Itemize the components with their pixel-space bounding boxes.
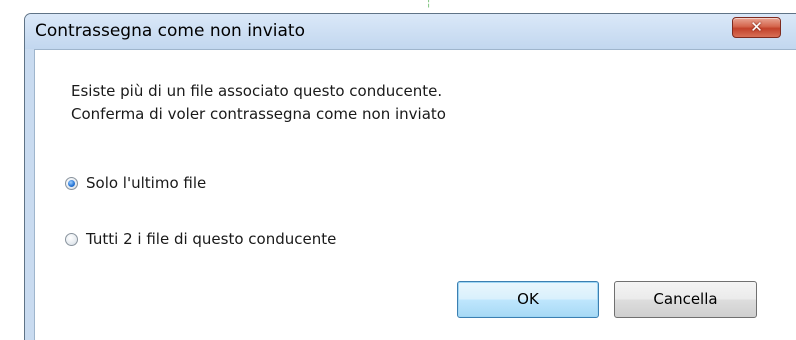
dialog-window: Contrassegna come non inviato ✕ Esiste p… bbox=[24, 13, 796, 340]
close-icon: ✕ bbox=[750, 18, 763, 36]
ok-button[interactable]: OK bbox=[457, 281, 599, 318]
message-line-1: Esiste più di un file associato questo c… bbox=[71, 82, 443, 100]
radio-label-last-file[interactable]: Solo l'ultimo file bbox=[86, 174, 206, 192]
cancel-button[interactable]: Cancella bbox=[614, 281, 757, 318]
radio-button-unselected[interactable] bbox=[65, 232, 78, 246]
radio-option-last-file[interactable]: Solo l'ultimo file bbox=[65, 174, 206, 192]
message-text: Esiste più di un file associato questo c… bbox=[71, 80, 446, 126]
radio-button-selected[interactable] bbox=[65, 176, 78, 190]
message-line-2: Conferma di voler contrassegna come non … bbox=[71, 105, 446, 123]
radio-label-all-files[interactable]: Tutti 2 i file di questo conducente bbox=[86, 230, 336, 248]
radio-option-all-files[interactable]: Tutti 2 i file di questo conducente bbox=[65, 230, 336, 248]
close-button[interactable]: ✕ bbox=[732, 17, 781, 38]
dialog-body: Esiste più di un file associato questo c… bbox=[34, 49, 796, 340]
cursor-artifact: ╎ bbox=[426, 0, 432, 9]
screen: ╎ Contrassegna come non inviato ✕ Esiste… bbox=[0, 0, 796, 340]
title-bar[interactable]: Contrassegna come non inviato ✕ bbox=[25, 14, 796, 49]
dialog-title: Contrassegna come non inviato bbox=[35, 21, 305, 41]
radio-dot-icon bbox=[68, 179, 75, 187]
